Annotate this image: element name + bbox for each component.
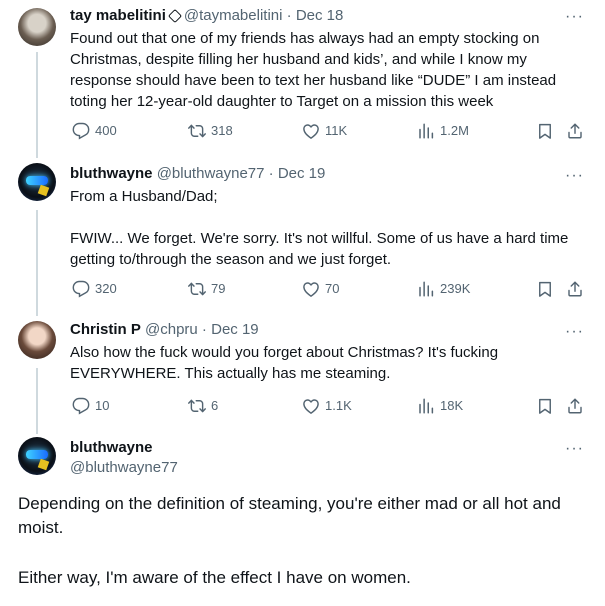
repost-count: 79: [211, 281, 226, 296]
repost-icon: [188, 397, 206, 415]
reply-button[interactable]: 10: [72, 395, 109, 417]
verified-icon: [167, 8, 182, 23]
repost-count: 6: [211, 398, 219, 413]
bookmark-icon: [536, 122, 554, 140]
tweet-text: Found out that one of my friends has alw…: [70, 30, 561, 110]
author-name[interactable]: Christin P: [70, 321, 141, 338]
like-count: 70: [325, 281, 340, 296]
like-button[interactable]: 1.1K: [302, 395, 352, 417]
reply-icon: [72, 122, 90, 140]
views-button[interactable]: 18K: [417, 395, 463, 417]
more-options-icon[interactable]: ···: [565, 168, 584, 184]
tweet-text: Depending on the definition of steaming,…: [18, 494, 561, 537]
repost-button[interactable]: 79: [188, 278, 225, 300]
repost-count: 318: [211, 123, 233, 138]
views-icon: [417, 280, 435, 298]
more-options-icon[interactable]: ···: [565, 9, 584, 25]
share-button[interactable]: [566, 395, 584, 417]
avatar-accent: [37, 458, 50, 471]
reply-button[interactable]: 320: [72, 278, 117, 300]
share-icon: [566, 280, 584, 298]
repost-icon: [188, 280, 206, 298]
bookmark-icon: [536, 280, 554, 298]
author-name[interactable]: bluthwayne: [70, 165, 153, 182]
views-button[interactable]: 239K: [417, 278, 470, 300]
tweet-text: From a Husband/Dad; FWIW... We forget. W…: [70, 188, 569, 268]
like-button[interactable]: 70: [302, 278, 339, 300]
reply-button[interactable]: 400: [72, 120, 117, 142]
main-tweet[interactable]: bluthwayne @bluthwayne77 ··· Depending o…: [0, 433, 605, 606]
author-handle[interactable]: @bluthwayne77: [70, 458, 178, 478]
reply-count: 10: [95, 398, 110, 413]
view-count: 1.2M: [440, 123, 469, 138]
reply-count: 320: [95, 281, 117, 296]
reply-icon: [72, 280, 90, 298]
like-count: 11K: [325, 123, 348, 138]
like-button[interactable]: 11K: [302, 120, 347, 142]
author-name[interactable]: tay mabelitini: [70, 7, 166, 24]
tweet-text: Either way, I'm aware of the effect I ha…: [18, 568, 411, 587]
tweet-actions: 10 6 1.1K 18K: [70, 395, 590, 417]
author-handle[interactable]: @bluthwayne77: [157, 165, 265, 182]
tweet-date[interactable]: Dec 19: [278, 165, 326, 182]
tweet[interactable]: Christin P @chpru · Dec 19 ··· Also how …: [0, 313, 605, 433]
avatar-accent: [37, 184, 50, 197]
tweet-text: Also how the fuck would you forget about…: [70, 344, 503, 382]
heart-icon: [302, 280, 320, 298]
tweet-date[interactable]: Dec 19: [211, 321, 259, 338]
avatar-visor: [26, 176, 48, 185]
bookmark-button[interactable]: [536, 395, 554, 417]
share-icon: [566, 397, 584, 415]
avatar[interactable]: [18, 163, 56, 201]
like-count: 1.1K: [325, 398, 352, 413]
avatar[interactable]: [18, 8, 56, 46]
tweet-date[interactable]: Dec 18: [296, 7, 344, 24]
repost-icon: [188, 122, 206, 140]
more-options-icon[interactable]: ···: [565, 324, 584, 340]
reply-icon: [72, 397, 90, 415]
view-count: 18K: [440, 398, 464, 413]
author-name[interactable]: bluthwayne: [70, 438, 153, 458]
tweet-header: tay mabelitini @taymabelitini · Dec 18: [70, 7, 344, 24]
avatar[interactable]: [18, 437, 56, 475]
reply-count: 400: [95, 123, 117, 138]
repost-button[interactable]: 318: [188, 120, 233, 142]
more-options-icon[interactable]: ···: [565, 441, 584, 457]
repost-button[interactable]: 6: [188, 395, 218, 417]
share-button[interactable]: [566, 120, 584, 142]
views-icon: [417, 397, 435, 415]
view-count: 239K: [440, 281, 471, 296]
views-button[interactable]: 1.2M: [417, 120, 469, 142]
share-icon: [566, 122, 584, 140]
bookmark-icon: [536, 397, 554, 415]
tweet-actions: 320 79 70 239K: [70, 278, 590, 300]
bookmark-button[interactable]: [536, 120, 554, 142]
heart-icon: [302, 397, 320, 415]
tweet[interactable]: tay mabelitini @taymabelitini · Dec 18 ··…: [0, 0, 605, 155]
avatar-visor: [26, 450, 48, 459]
author-handle[interactable]: @taymabelitini: [184, 7, 283, 24]
avatar[interactable]: [18, 321, 56, 359]
bookmark-button[interactable]: [536, 278, 554, 300]
views-icon: [417, 122, 435, 140]
author-handle[interactable]: @chpru: [145, 321, 198, 338]
tweet-header: bluthwayne @bluthwayne77 · Dec 19: [70, 165, 326, 182]
heart-icon: [302, 122, 320, 140]
tweet-header: Christin P @chpru · Dec 19: [70, 321, 259, 338]
tweet-actions: 400 318 11K 1.2M: [70, 120, 590, 142]
share-button[interactable]: [566, 278, 584, 300]
tweet[interactable]: bluthwayne @bluthwayne77 · Dec 19 ··· Fr…: [0, 155, 605, 313]
